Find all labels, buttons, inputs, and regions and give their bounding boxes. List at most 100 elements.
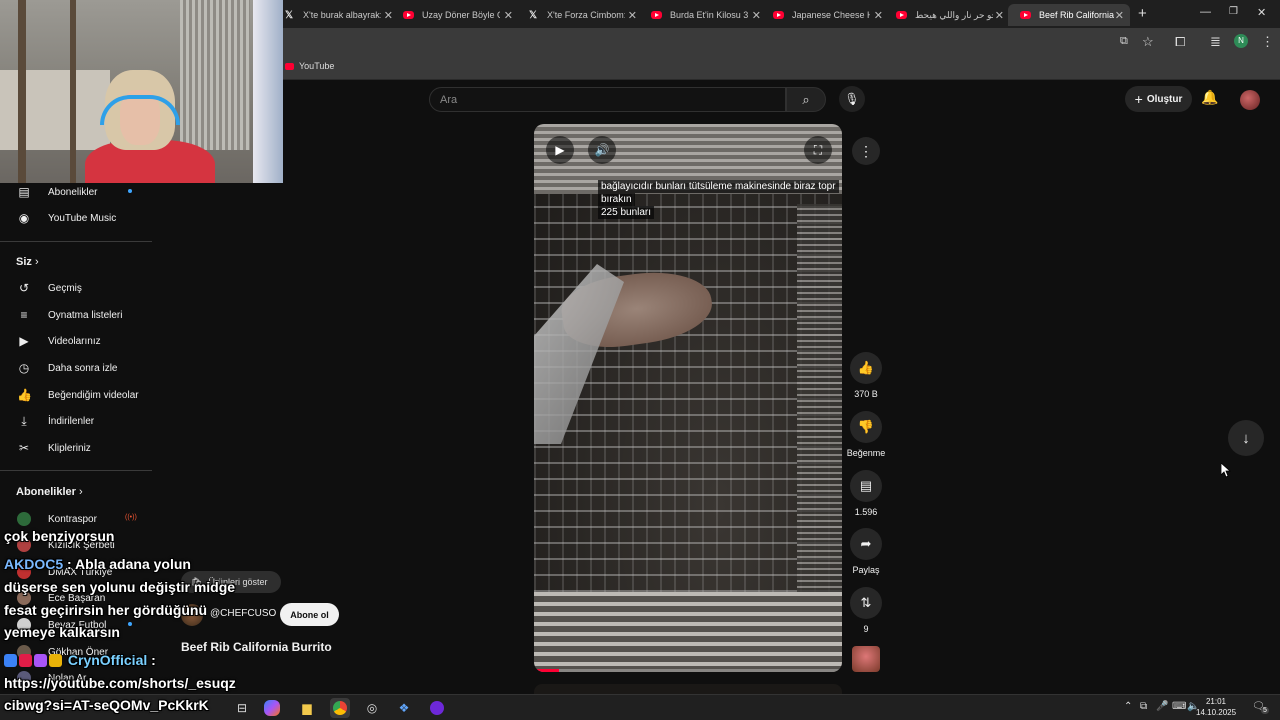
subscriptions-icon: ▤ xyxy=(18,185,30,199)
channel-handle[interactable]: @CHEFCUSO xyxy=(210,608,276,619)
cast-icon[interactable]: ⧉ xyxy=(1120,35,1128,48)
video-frame-detail xyxy=(534,592,842,672)
close-icon[interactable]: ✕ xyxy=(995,9,1004,22)
sidebar-item-your-videos[interactable]: ▶ Videolarınız xyxy=(0,328,152,354)
browser-tab-active[interactable]: Beef Rib California Bu ✕ xyxy=(1008,4,1130,26)
tab-title: X'te burak albayrak: " xyxy=(303,10,381,20)
remix-button[interactable]: ⇅ 9 xyxy=(846,587,886,634)
chevron-up-icon[interactable]: ⌃ xyxy=(1124,701,1132,712)
browser-tab[interactable]: Uzay Döner Böyle Ol ✕ xyxy=(403,4,513,26)
video-progress-fill xyxy=(534,669,559,672)
search-input[interactable]: Ara xyxy=(429,87,786,112)
sidebar-item-liked-videos[interactable]: 👍 Beğendiğim videolar xyxy=(0,382,152,408)
sidebar-item-youtube-music[interactable]: ◉ YouTube Music xyxy=(0,205,152,231)
file-explorer-icon[interactable]: ▆ xyxy=(297,698,317,718)
next-short-button[interactable]: ↓ xyxy=(1228,420,1264,456)
more-menu-icon[interactable]: ⋮ xyxy=(1261,34,1274,50)
shorts-video-player[interactable]: ▶ 🔊 ⛶ bağlayıcıdır bunları tütsüleme mak… xyxy=(534,124,842,672)
youtube-icon xyxy=(773,11,784,19)
extensions-icon[interactable]: ⧠ xyxy=(1175,34,1185,50)
create-button[interactable]: + Oluştur xyxy=(1125,86,1192,112)
bookmark-youtube[interactable]: YouTube xyxy=(299,61,334,71)
dislike-button[interactable]: 👎 Beğenme xyxy=(846,411,886,458)
tab-title: Japanese Cheese Han xyxy=(792,10,870,20)
share-button[interactable]: ➦ Paylaş xyxy=(846,528,886,575)
sound-thumbnail[interactable] xyxy=(852,646,880,672)
sidebar-item-label: Beğendiğim videolar xyxy=(48,389,139,401)
chevron-right-icon: › xyxy=(78,486,83,498)
fullscreen-button[interactable]: ⛶ xyxy=(804,136,832,164)
sidebar-item-label: Daha sonra izle xyxy=(48,362,118,374)
chat-message: yemeye kalkarsın xyxy=(4,624,120,640)
play-button[interactable]: ▶ xyxy=(546,136,574,164)
x-icon: 𝕏 xyxy=(528,9,538,21)
reading-list-icon[interactable]: ≣ xyxy=(1210,34,1221,50)
minimize-icon[interactable]: — xyxy=(1200,6,1211,18)
browser-tab[interactable]: 𝕏 X'te Forza Cimbom: " ✕ xyxy=(527,4,637,26)
microphone-icon[interactable]: 🎤 xyxy=(1156,701,1168,712)
new-content-dot xyxy=(128,189,132,193)
close-icon[interactable]: ✕ xyxy=(752,9,761,22)
app-icon[interactable] xyxy=(427,698,447,718)
tray-app-icon[interactable]: ⧉ xyxy=(1140,701,1147,712)
app-icon[interactable]: ◎ xyxy=(362,698,382,718)
browser-tab[interactable]: Japanese Cheese Han ✕ xyxy=(773,4,883,26)
browser-tab[interactable]: 𝕏 X'te burak albayrak: " ✕ xyxy=(283,4,393,26)
close-icon[interactable]: ✕ xyxy=(1115,9,1124,22)
sidebar-item-history[interactable]: ↺ Geçmiş xyxy=(0,275,152,301)
clips-icon: ✂ xyxy=(18,441,30,455)
youtube-icon xyxy=(896,11,907,19)
account-avatar[interactable] xyxy=(1240,90,1260,110)
comments-button[interactable]: ▤ 1.596 xyxy=(846,470,886,517)
search-button[interactable]: ⌕ xyxy=(786,87,826,112)
close-icon[interactable]: ✕ xyxy=(628,9,637,22)
browser-tab[interactable]: الجو حر نار واللي هيحط ✕ xyxy=(896,4,1004,26)
sidebar-item-playlists[interactable]: ≡ Oynatma listeleri xyxy=(0,302,152,328)
close-icon[interactable]: ✕ xyxy=(504,9,513,22)
more-options-button[interactable]: ⋮ xyxy=(852,137,880,165)
chrome-icon[interactable] xyxy=(330,698,350,718)
sidebar-item-watch-later[interactable]: ◷ Daha sonra izle xyxy=(0,355,152,381)
browser-tab[interactable]: Burda Et'in Kilosu 39 ✕ xyxy=(651,4,761,26)
chevron-right-icon: › xyxy=(34,256,39,268)
chat-message: https://youtube.com/shorts/_esuqz xyxy=(4,675,236,691)
taskbar-clock[interactable]: 21:01 14.10.2025 xyxy=(1196,696,1236,718)
window-close-icon[interactable]: ✕ xyxy=(1257,6,1266,19)
maximize-icon[interactable]: ❐ xyxy=(1229,6,1238,17)
sidebar-item-label: Oynatma listeleri xyxy=(48,309,123,321)
search-icon: ⌕ xyxy=(802,91,810,107)
sidebar-you-heading[interactable]: Siz › xyxy=(16,256,39,268)
sidebar-item-label: Videolarınız xyxy=(48,335,101,347)
volume-button[interactable]: 🔊 xyxy=(588,136,616,164)
history-icon: ↺ xyxy=(18,281,30,295)
mouse-cursor-icon xyxy=(1221,463,1231,478)
subscribe-button[interactable]: Abone ol xyxy=(280,603,339,626)
sidebar-item-downloads[interactable]: ⤓ İndirilenler xyxy=(0,408,152,434)
voice-search-button[interactable]: 🎙 xyxy=(839,86,865,112)
app-icon[interactable]: ❖ xyxy=(394,698,414,718)
fullscreen-icon: ⛶ xyxy=(813,142,823,157)
next-short-preview[interactable] xyxy=(534,684,842,694)
new-tab-button[interactable]: + xyxy=(1138,5,1147,22)
video-progress-bar[interactable] xyxy=(534,669,842,672)
network-icon[interactable]: ⌨ xyxy=(1172,701,1186,712)
close-icon[interactable]: ✕ xyxy=(874,9,883,22)
profile-avatar[interactable]: N xyxy=(1234,34,1248,48)
tab-title: Burda Et'in Kilosu 39 xyxy=(670,10,748,20)
close-icon[interactable]: ✕ xyxy=(384,9,393,22)
channel-name: Kontraspor xyxy=(48,513,97,525)
webcam-background xyxy=(253,0,283,183)
bookmark-star-icon[interactable]: ☆ xyxy=(1142,34,1154,50)
sidebar-item-label: Geçmiş xyxy=(48,282,82,294)
task-view-icon[interactable]: ⊟ xyxy=(232,698,252,718)
sidebar-subscriptions-heading[interactable]: Abonelikler › xyxy=(16,486,83,498)
playlists-icon: ≡ xyxy=(20,308,28,322)
copilot-icon[interactable] xyxy=(264,700,280,716)
chat-badge-icon xyxy=(49,654,62,667)
like-button[interactable]: 👍 370 B xyxy=(846,352,886,399)
sidebar-item-label: Klipleriniz xyxy=(48,442,91,454)
chat-message: AKDOC5 : Abla adana yolun xyxy=(4,556,191,572)
remix-icon: ⇅ xyxy=(850,587,882,619)
sidebar-item-clips[interactable]: ✂ Klipleriniz xyxy=(0,435,152,461)
notifications-bell-icon[interactable]: 🔔 xyxy=(1201,89,1218,106)
